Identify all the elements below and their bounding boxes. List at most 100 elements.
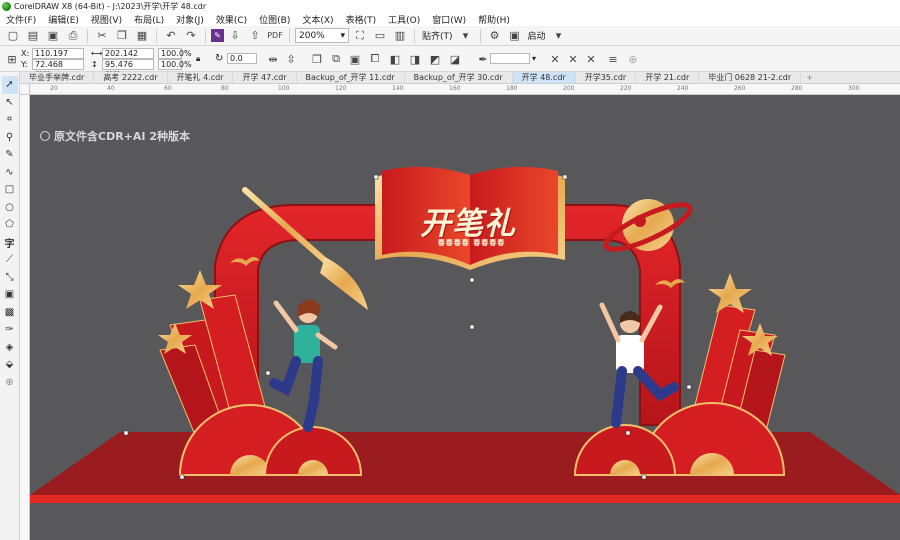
- ungroup-all-icon[interactable]: ▣: [346, 51, 364, 67]
- copy-icon[interactable]: ❐: [113, 28, 131, 44]
- transparency-icon[interactable]: ▩: [2, 304, 18, 322]
- add-tool-icon[interactable]: ⊕: [2, 374, 18, 392]
- menu-table[interactable]: 表格(T): [340, 13, 383, 26]
- ruler-tick-label: 80: [221, 85, 229, 92]
- menu-file[interactable]: 文件(F): [0, 13, 42, 26]
- drawing-canvas[interactable]: 原文件含CDR+AI 2种版本 开笔礼 春春春春 春春春春: [30, 95, 900, 540]
- wrap-text-icon[interactable]: ✕: [546, 51, 564, 67]
- zoom-page-icon[interactable]: ⛶: [351, 28, 369, 44]
- document-tab[interactable]: Backup_of_开学 30.cdr: [405, 72, 513, 83]
- redo-icon[interactable]: ↷: [182, 28, 200, 44]
- document-tab[interactable]: 开学 21.cdr: [636, 72, 700, 83]
- drop-shadow-icon[interactable]: ▣: [2, 286, 18, 304]
- document-tab[interactable]: 毕业门 0628 21-2.cdr: [699, 72, 802, 83]
- print-icon[interactable]: ⎙: [64, 28, 82, 44]
- add-icon[interactable]: ⊕: [624, 51, 642, 67]
- document-tab[interactable]: 毕业手举牌.cdr: [20, 72, 95, 83]
- rectangle-tool-icon[interactable]: □: [2, 181, 18, 199]
- sign-subtitle: 春春春春 春春春春: [437, 239, 506, 247]
- new-tab-icon[interactable]: +: [801, 72, 818, 83]
- menu-tools[interactable]: 工具(O): [382, 13, 426, 26]
- rulers-icon[interactable]: ▥: [391, 28, 409, 44]
- menu-layout[interactable]: 布局(L): [128, 13, 170, 26]
- align-icon[interactable]: ≡: [604, 51, 622, 67]
- export-icon[interactable]: ⇧: [246, 28, 264, 44]
- trim-icon[interactable]: ◧: [386, 51, 404, 67]
- interactive-fill-icon[interactable]: ◈: [2, 339, 18, 357]
- menu-window[interactable]: 窗口(W): [426, 13, 472, 26]
- y-position-field[interactable]: 72.468 mm: [32, 59, 84, 78]
- parallel-dimension-icon[interactable]: ⟋: [2, 251, 18, 269]
- rotate-icon: ↻: [215, 53, 224, 64]
- group-icon[interactable]: ❐: [308, 51, 326, 67]
- rotation-field[interactable]: 0.0: [227, 53, 257, 64]
- text-tool-icon[interactable]: 字: [2, 234, 18, 252]
- import-icon[interactable]: ⇩: [226, 28, 244, 44]
- menu-bitmaps[interactable]: 位图(B): [253, 13, 296, 26]
- chevron-down-icon[interactable]: ▾: [532, 53, 536, 64]
- weld-icon[interactable]: ⧠: [366, 51, 384, 67]
- scale-x-field[interactable]: 100.0: [158, 48, 184, 59]
- height-field[interactable]: 95.476 mm: [102, 59, 154, 78]
- object-origin-icon[interactable]: ⊞: [3, 51, 21, 67]
- freehand-tool-icon[interactable]: ✎: [2, 146, 18, 164]
- menu-view[interactable]: 视图(V): [85, 13, 128, 26]
- lock-ratio-icon[interactable]: 🔒︎: [196, 53, 200, 64]
- menu-help[interactable]: 帮助(H): [472, 13, 516, 26]
- pick-tool-icon[interactable]: ➚: [1, 76, 18, 94]
- search-content-icon[interactable]: ✎: [211, 29, 224, 42]
- publish-pdf-icon[interactable]: PDF: [266, 28, 284, 44]
- polygon-tool-icon[interactable]: ⬠: [2, 216, 18, 234]
- ruler-tick-label: 300: [848, 85, 860, 92]
- intersect-icon[interactable]: ◨: [406, 51, 424, 67]
- chevron-down-icon[interactable]: ▾: [457, 28, 475, 44]
- paste-icon[interactable]: ▦: [133, 28, 151, 44]
- undo-icon[interactable]: ↶: [162, 28, 180, 44]
- front-minus-back-icon[interactable]: ◪: [446, 51, 464, 67]
- connector-tool-icon[interactable]: ⤡: [2, 269, 18, 287]
- ungroup-icon[interactable]: ⧉: [327, 51, 345, 67]
- ruler-origin[interactable]: [20, 84, 30, 95]
- mirror-horizontal-icon[interactable]: ⇹: [264, 51, 282, 67]
- document-tab[interactable]: 高考 2222.cdr: [94, 72, 168, 83]
- mirror-vertical-icon[interactable]: ⇳: [282, 51, 300, 67]
- width-icon: ⟷: [91, 49, 103, 58]
- document-tab[interactable]: Backup_of_开学 11.cdr: [297, 72, 405, 83]
- chevron-down-icon[interactable]: ▾: [550, 28, 568, 44]
- ellipse-tool-icon[interactable]: ○: [2, 199, 18, 217]
- scale-y-field[interactable]: 100.0: [158, 59, 184, 70]
- menu-object[interactable]: 对象(J): [170, 13, 210, 26]
- full-screen-icon[interactable]: ▭: [371, 28, 389, 44]
- document-tab[interactable]: 开学 48.cdr: [512, 72, 576, 83]
- save-icon[interactable]: ▣: [44, 28, 62, 44]
- document-tab[interactable]: 开笔礼 4.cdr: [168, 72, 234, 83]
- shape-tool-icon[interactable]: ↖: [2, 94, 18, 112]
- launch-dropdown[interactable]: 启动: [526, 29, 548, 42]
- smart-fill-icon[interactable]: ⬙: [2, 356, 18, 374]
- crop-tool-icon[interactable]: ⌗: [2, 111, 18, 129]
- zoom-tool-icon[interactable]: ⚲: [2, 129, 18, 147]
- options-icon[interactable]: ⚙: [486, 28, 504, 44]
- simplify-icon[interactable]: ◩: [426, 51, 444, 67]
- menu-effects[interactable]: 效果(C): [210, 13, 253, 26]
- cut-icon[interactable]: ✂: [93, 28, 111, 44]
- horizontal-ruler[interactable]: 20 40 60 80 100 120 140 160 180 200 220 240 260 280 30…: [30, 84, 900, 95]
- artistic-media-icon[interactable]: ∿: [2, 164, 18, 182]
- width-field[interactable]: 202.142 mm: [102, 48, 154, 67]
- x-position-field[interactable]: 110.197 mm: [32, 48, 84, 67]
- zoom-level-combo[interactable]: 200% ▾: [295, 28, 349, 43]
- new-icon[interactable]: ▢: [4, 28, 22, 44]
- vertical-ruler[interactable]: [20, 95, 30, 540]
- outline-width-field[interactable]: [490, 53, 530, 64]
- snap-to-dropdown[interactable]: 贴齐(T): [420, 29, 455, 42]
- menu-text[interactable]: 文本(X): [296, 13, 339, 26]
- open-icon[interactable]: ▤: [24, 28, 42, 44]
- clear-effect-icon[interactable]: ✕: [582, 51, 600, 67]
- launch-icon[interactable]: ▣: [506, 28, 524, 44]
- document-tab[interactable]: 开学 47.cdr: [233, 72, 297, 83]
- eyedropper-icon[interactable]: ✑: [2, 321, 18, 339]
- document-tab[interactable]: 开学35.cdr: [576, 72, 637, 83]
- menu-edit[interactable]: 编辑(E): [42, 13, 85, 26]
- remove-effect-icon[interactable]: ✕: [564, 51, 582, 67]
- window-title: CorelDRAW X8 (64-Bit) - J:\2023\开学\开学 48…: [14, 1, 207, 11]
